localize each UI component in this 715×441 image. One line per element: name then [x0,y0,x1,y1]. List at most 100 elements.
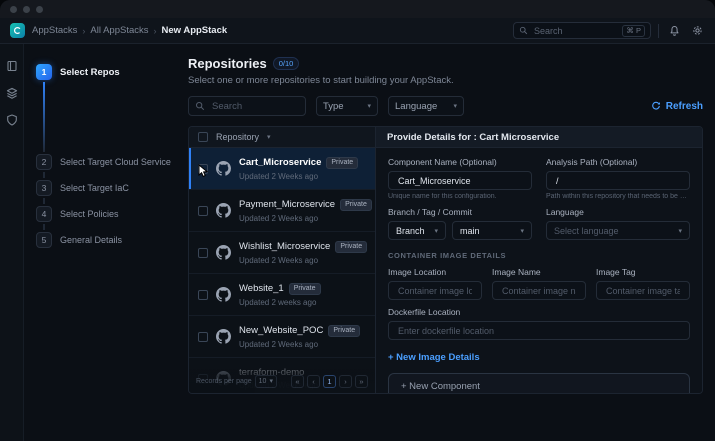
analysis-path-input[interactable] [554,174,682,187]
search-icon [195,101,205,111]
step-label: Select Target Cloud Service [60,157,171,167]
image-name-input[interactable] [500,284,578,297]
refresh-label: Refresh [665,100,703,112]
global-search-input[interactable] [532,24,619,37]
container-image-section-label: CONTAINER IMAGE DETAILS [388,251,507,260]
step-connector [43,224,45,230]
step-select-repos[interactable]: 1 Select Repos [36,64,174,80]
docs-book-icon[interactable] [6,60,18,72]
refresh-button[interactable]: Refresh [651,101,703,112]
repo-row-cart-microservice[interactable]: Cart_Microservice Private Updated 2 Week… [189,148,375,190]
repo-row-wishlist-microservice[interactable]: Wishlist_Microservice Private Updated 2 … [189,232,375,274]
window-minimize-button[interactable] [23,5,30,13]
component-name-helper: Unique name for this configuration. [388,193,497,200]
pager-first-button[interactable]: « [291,374,304,388]
step-select-target-cloud-service[interactable]: 2 Select Target Cloud Service [36,154,174,170]
selected-count-badge: 0/10 [272,57,300,70]
branch-type-value: Branch [396,225,425,236]
language-filter-dropdown[interactable]: Language ▾ [388,96,464,116]
step-select-target-iac[interactable]: 3 Select Target IaC [36,180,174,196]
repo-row-website-1[interactable]: Website_1 Private Updated 2 weeks ago [189,274,375,316]
branch-type-select[interactable]: Branch ▾ [388,221,446,240]
github-icon [216,161,231,176]
step-label: Select Target IaC [60,183,129,193]
records-per-page-label: Records per page [196,377,252,385]
image-tag-input[interactable] [604,284,682,297]
window-close-button[interactable] [10,5,17,13]
github-icon [216,329,231,344]
repo-search-input[interactable] [210,99,299,113]
repo-checkbox[interactable] [198,331,208,342]
stacks-layers-icon[interactable] [6,87,18,99]
analysis-path-label: Analysis Path (Optional) [546,157,638,167]
repo-updated: Updated 2 Weeks ago [239,171,319,181]
dockerfile-location-input[interactable] [396,324,682,337]
repository-column-header[interactable]: Repository [216,132,259,142]
repo-list: Repository ▾ Cart_Microservice Private U… [189,127,376,393]
breadcrumb-separator-icon: › [82,25,86,36]
step-select-policies[interactable]: 4 Select Policies [36,206,174,222]
header-divider [658,23,659,38]
main-content: Repositories 0/10 Select one or more rep… [174,44,715,441]
type-filter-dropdown[interactable]: Type ▾ [316,96,378,116]
new-component-button[interactable]: + New Component [388,373,690,393]
repo-name: Wishlist_Microservice [239,241,331,252]
details-header: Provide Details for : Cart Microservice [376,127,702,148]
private-badge: Private [335,240,368,253]
sort-caret-icon[interactable]: ▾ [267,133,271,141]
component-name-input[interactable] [396,174,524,187]
breadcrumb-appstacks[interactable]: AppStacks [32,25,77,36]
repo-name: Cart_Microservice [239,157,322,168]
page-subtitle: Select one or more repositories to start… [188,75,454,86]
pager-page-button[interactable]: 1 [323,374,336,388]
refresh-icon [651,101,660,110]
pagination-bar: Records per page 10 ▾ « ‹ 1 › » [189,369,375,393]
step-connector [43,198,45,204]
image-location-input[interactable] [396,284,474,297]
chevron-down-icon: ▾ [678,227,682,235]
repo-row-payment-microservice[interactable]: Payment_Microservice Private Updated 2 W… [189,190,375,232]
dockerfile-location-label: Dockerfile Location [388,307,461,317]
repo-checkbox[interactable] [198,289,208,300]
window-zoom-button[interactable] [36,5,43,13]
private-badge: Private [326,156,359,169]
repo-updated: Updated 2 weeks ago [239,297,317,307]
step-number-badge: 2 [36,154,52,170]
repo-checkbox[interactable] [198,163,208,174]
repo-updated: Updated 2 Weeks ago [239,339,319,349]
image-tag-label: Image Tag [596,267,636,277]
analysis-path-helper: Path within this repository that needs t… [546,193,690,200]
pager-last-button[interactable]: » [355,374,368,388]
step-label: General Details [60,235,123,245]
page-title: Repositories [188,56,267,71]
repo-updated: Updated 2 Weeks ago [239,213,319,223]
breadcrumb-all-appstacks[interactable]: All AppStacks [90,25,148,36]
breadcrumb-new-appstack: New AppStack [161,25,228,36]
pager-prev-button[interactable]: ‹ [307,374,320,388]
repo-checkbox[interactable] [198,205,208,216]
notifications-bell-icon[interactable] [666,23,682,39]
records-per-page-value: 10 [258,377,267,385]
step-general-details[interactable]: 5 General Details [36,232,174,248]
select-all-checkbox[interactable] [198,132,208,142]
policies-shield-icon[interactable] [6,114,18,126]
repo-checkbox[interactable] [198,247,208,258]
settings-gear-icon[interactable] [689,23,705,39]
global-search[interactable]: ⌘ P [513,22,651,39]
language-select[interactable]: Select language ▾ [546,221,690,240]
repo-search[interactable] [188,96,306,116]
app-window: AppStacks › All AppStacks › New AppStack… [0,0,715,441]
component-name-label: Component Name (Optional) [388,157,497,167]
branch-ref-select[interactable]: main ▾ [452,221,532,240]
github-icon [216,203,231,218]
breadcrumb: AppStacks › All AppStacks › New AppStack [32,25,227,36]
repo-name: New_Website_POC [239,325,324,336]
pager-next-button[interactable]: › [339,374,352,388]
language-label: Language [546,207,584,217]
chevron-down-icon: ▾ [269,378,273,385]
icon-rail [0,44,24,441]
records-per-page-select[interactable]: 10 ▾ [254,374,277,388]
new-image-details-link[interactable]: + New Image Details [388,352,480,363]
repo-row-new-website-poc[interactable]: New_Website_POC Private Updated 2 Weeks … [189,316,375,358]
chevron-down-icon: ▾ [520,227,524,235]
